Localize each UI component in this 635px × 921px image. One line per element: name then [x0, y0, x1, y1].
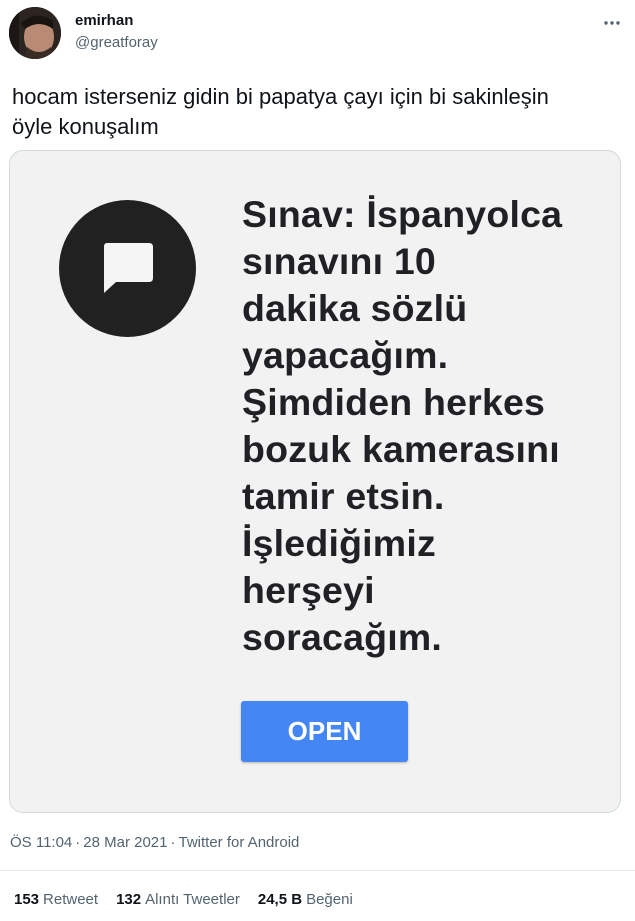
tweet-text: hocam isterseniz gidin bi papatya çayı i… [12, 82, 624, 142]
divider [0, 870, 635, 871]
tweet-source[interactable]: Twitter for Android [179, 834, 300, 851]
media-card[interactable]: Sınav: İspanyolca sınavını 10 dakika söz… [9, 150, 621, 813]
card-message-line: Sınav: İspanyolca [242, 193, 563, 235]
like-count: 24,5 B [257, 891, 303, 908]
meta-separator: · [170, 834, 176, 851]
like-stat[interactable]: 24,5 B Beğeni [258, 891, 353, 908]
quote-count: 132 [116, 891, 142, 908]
open-button[interactable]: OPEN [241, 701, 408, 762]
chat-bubble-icon [104, 243, 153, 293]
tweet-text-line: hocam isterseniz gidin bi papatya çayı i… [12, 84, 549, 109]
card-message-line: yapacağım. [242, 334, 449, 376]
tweet-date[interactable]: 28 Mar 2021 [83, 834, 167, 851]
retweet-stat[interactable]: 153 Retweet [14, 891, 98, 908]
quote-stat[interactable]: 132 Alıntı Tweetler [116, 891, 240, 908]
card-message-line: herşeyi [242, 569, 375, 611]
tweet-meta: ÖS 11:04 · 28 Mar 2021 · Twitter for Android [10, 834, 299, 851]
card-message: Sınav: İspanyolca sınavını 10 dakika söz… [242, 191, 602, 661]
like-label: Beğeni [306, 891, 353, 908]
card-message-line: dakika sözlü [242, 287, 468, 329]
retweet-count: 153 [14, 891, 40, 908]
retweet-label: Retweet [43, 891, 99, 908]
tweet-stats: 153 Retweet 132 Alıntı Tweetler 24,5 B Beğeni [14, 891, 371, 908]
card-message-line: İşlediğimiz [242, 522, 436, 564]
card-message-line: Şimdiden herkes [242, 381, 546, 423]
tweet-time[interactable]: ÖS 11:04 [10, 834, 72, 851]
more-horizontal-icon[interactable] [603, 14, 621, 25]
quote-label: Alıntı Tweetler [145, 891, 240, 908]
tweet-text-line: öyle konuşalım [12, 114, 159, 139]
chat-icon-circle [59, 200, 196, 337]
display-name[interactable]: emirhan [75, 12, 133, 29]
tweet-header: emirhan @greatforay [0, 0, 635, 70]
user-handle[interactable]: @greatforay [75, 34, 158, 51]
card-message-line: bozuk kamerasını [242, 428, 560, 470]
card-message-line: sınavını 10 [242, 240, 436, 282]
card-message-line: soracağım. [242, 616, 443, 658]
meta-separator: · [75, 834, 81, 851]
card-message-line: tamir etsin. [242, 475, 445, 517]
avatar[interactable] [9, 7, 61, 59]
